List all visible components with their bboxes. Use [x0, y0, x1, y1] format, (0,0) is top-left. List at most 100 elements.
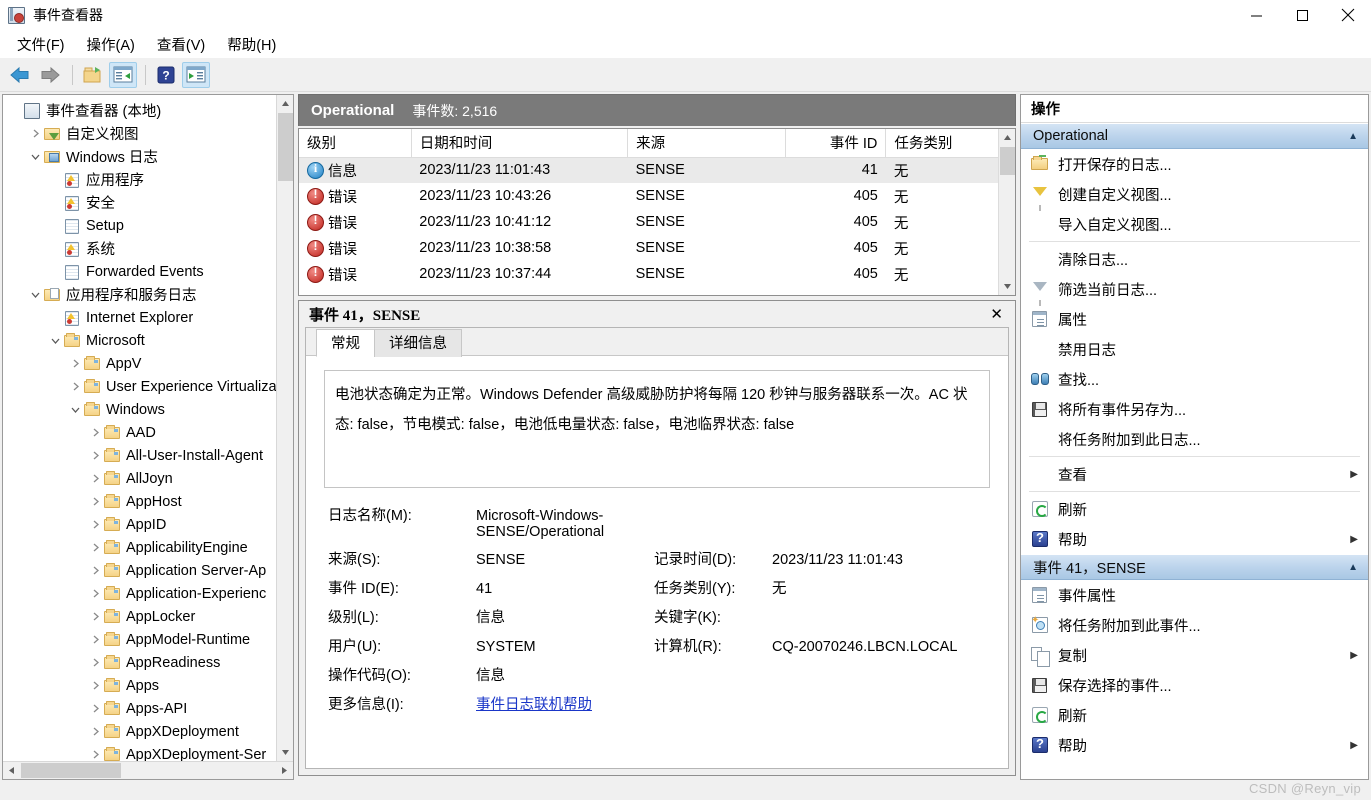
menu-help[interactable]: 帮助(H): [216, 31, 287, 58]
action-item[interactable]: 帮助 ▶: [1021, 524, 1368, 554]
tree-item[interactable]: 系统: [3, 237, 293, 260]
chevron-right-icon[interactable]: [87, 490, 103, 513]
action-item[interactable]: 复制 ▶: [1021, 640, 1368, 670]
chevron-right-icon[interactable]: [87, 628, 103, 651]
menu-view[interactable]: 查看(V): [146, 31, 216, 58]
action-item[interactable]: 查找...: [1021, 364, 1368, 394]
action-item[interactable]: 禁用日志: [1021, 334, 1368, 364]
action-item[interactable]: 创建自定义视图...: [1021, 179, 1368, 211]
action-item[interactable]: 刷新: [1021, 494, 1368, 524]
tree-item[interactable]: Internet Explorer: [3, 306, 293, 329]
action-item[interactable]: 清除日志...: [1021, 244, 1368, 274]
tree-horizontal-scrollbar[interactable]: [3, 761, 293, 779]
tree-item[interactable]: AppXDeployment: [3, 720, 293, 743]
table-row[interactable]: 错误 2023/11/23 10:38:58 SENSE 405 无: [299, 235, 1015, 261]
chevron-down-icon[interactable]: [27, 145, 43, 168]
tree-scroll-thumb[interactable]: [278, 113, 293, 181]
chevron-right-icon[interactable]: [87, 513, 103, 536]
action-item[interactable]: 查看 ▶: [1021, 459, 1368, 489]
table-row[interactable]: 错误 2023/11/23 10:37:44 SENSE 405 无: [299, 261, 1015, 287]
table-row[interactable]: 信息 2023/11/23 11:01:43SENSE41无: [299, 157, 1015, 183]
tree-item[interactable]: AppXDeployment-Ser: [3, 743, 293, 761]
column-header-source[interactable]: 来源: [627, 129, 787, 158]
tree-item[interactable]: 安全: [3, 191, 293, 214]
tree-item[interactable]: 自定义视图: [3, 122, 293, 145]
tree-item[interactable]: Setup: [3, 214, 293, 237]
show-hide-action-pane-icon[interactable]: [182, 61, 210, 88]
event-list[interactable]: 级别 日期和时间 来源 事件 ID 任务类别 信息 2023/11/23 11:0…: [298, 128, 1016, 296]
tree-item[interactable]: Windows: [3, 398, 293, 421]
action-item[interactable]: 筛选当前日志...: [1021, 274, 1368, 306]
chevron-right-icon[interactable]: [87, 697, 103, 720]
chevron-right-icon[interactable]: [87, 674, 103, 697]
table-row[interactable]: 错误 2023/11/23 10:43:26 SENSE 405 无: [299, 183, 1015, 209]
tree-item[interactable]: AAD: [3, 421, 293, 444]
action-item[interactable]: 打开保存的日志...: [1021, 149, 1368, 179]
table-row[interactable]: 错误 2023/11/23 10:41:12 SENSE 405 无: [299, 209, 1015, 235]
scroll-right-icon[interactable]: [276, 762, 293, 779]
chevron-right-icon[interactable]: [87, 421, 103, 444]
tree-item[interactable]: Application-Experienc: [3, 582, 293, 605]
scroll-up-icon[interactable]: [999, 129, 1016, 146]
action-item[interactable]: 保存选择的事件...: [1021, 670, 1368, 700]
actions-section-header[interactable]: Operational ▲: [1021, 123, 1368, 149]
tree-item[interactable]: AppModel-Runtime: [3, 628, 293, 651]
action-item[interactable]: 将所有事件另存为...: [1021, 394, 1368, 424]
action-item[interactable]: 事件属性: [1021, 580, 1368, 610]
tree-item[interactable]: AllJoyn: [3, 467, 293, 490]
forward-arrow-icon[interactable]: [36, 62, 64, 88]
chevron-right-icon[interactable]: [87, 582, 103, 605]
tree-vertical-scrollbar[interactable]: [276, 95, 293, 761]
tree-item[interactable]: Windows 日志: [3, 145, 293, 168]
submenu-arrow-icon[interactable]: ▶: [1350, 469, 1358, 480]
submenu-arrow-icon[interactable]: ▶: [1350, 740, 1358, 751]
tree-item[interactable]: 应用程序和服务日志: [3, 283, 293, 306]
close-button[interactable]: [1325, 0, 1371, 30]
chevron-right-icon[interactable]: [67, 352, 83, 375]
action-item[interactable]: 导入自定义视图...: [1021, 209, 1368, 239]
tab-general[interactable]: 常规: [316, 329, 375, 357]
tree-item[interactable]: Microsoft: [3, 329, 293, 352]
chevron-right-icon[interactable]: [87, 743, 103, 761]
scroll-down-icon[interactable]: [277, 744, 293, 761]
minimize-button[interactable]: [1233, 0, 1279, 30]
details-close-button[interactable]: ✕: [986, 305, 1007, 323]
tree-item[interactable]: 应用程序: [3, 168, 293, 191]
tab-details[interactable]: 详细信息: [374, 329, 462, 357]
submenu-arrow-icon[interactable]: ▶: [1350, 534, 1358, 545]
menu-action[interactable]: 操作(A): [76, 31, 146, 58]
tree-item[interactable]: AppID: [3, 513, 293, 536]
chevron-right-icon[interactable]: [87, 605, 103, 628]
chevron-right-icon[interactable]: [87, 559, 103, 582]
maximize-button[interactable]: [1279, 0, 1325, 30]
tree-item[interactable]: All-User-Install-Agent: [3, 444, 293, 467]
chevron-right-icon[interactable]: [87, 467, 103, 490]
chevron-down-icon[interactable]: [47, 329, 63, 352]
show-hide-console-tree-icon[interactable]: [109, 61, 137, 88]
tree-item[interactable]: Application Server-Ap: [3, 559, 293, 582]
collapse-caret-icon[interactable]: ▲: [1348, 131, 1358, 142]
tree-item[interactable]: AppLocker: [3, 605, 293, 628]
chevron-right-icon[interactable]: [87, 720, 103, 743]
menu-file[interactable]: 文件(F): [6, 31, 76, 58]
chevron-down-icon[interactable]: [27, 283, 43, 306]
chevron-right-icon[interactable]: [67, 375, 83, 398]
column-header-task-category[interactable]: 任务类别: [885, 129, 1015, 158]
action-item[interactable]: 刷新: [1021, 700, 1368, 730]
scroll-left-icon[interactable]: [3, 762, 20, 779]
tree-item[interactable]: 事件查看器 (本地): [3, 99, 293, 122]
tree-item[interactable]: Forwarded Events: [3, 260, 293, 283]
scroll-down-icon[interactable]: [999, 278, 1016, 295]
column-header-event-id[interactable]: 事件 ID: [785, 129, 887, 158]
column-header-datetime[interactable]: 日期和时间: [411, 129, 629, 158]
tree-item[interactable]: User Experience Virtualiza: [3, 375, 293, 398]
actions-section-header[interactable]: 事件 41，SENSE ▲: [1021, 554, 1368, 580]
scroll-up-icon[interactable]: [277, 95, 293, 112]
event-scroll-thumb[interactable]: [1000, 147, 1015, 175]
tree-item[interactable]: ApplicabilityEngine: [3, 536, 293, 559]
column-header-level[interactable]: 级别: [299, 129, 412, 158]
event-description[interactable]: 电池状态确定为正常。Windows Defender 高级威胁防护将每隔 120…: [324, 370, 990, 488]
tree-item[interactable]: AppHost: [3, 490, 293, 513]
submenu-arrow-icon[interactable]: ▶: [1350, 650, 1358, 661]
chevron-down-icon[interactable]: [67, 398, 83, 421]
